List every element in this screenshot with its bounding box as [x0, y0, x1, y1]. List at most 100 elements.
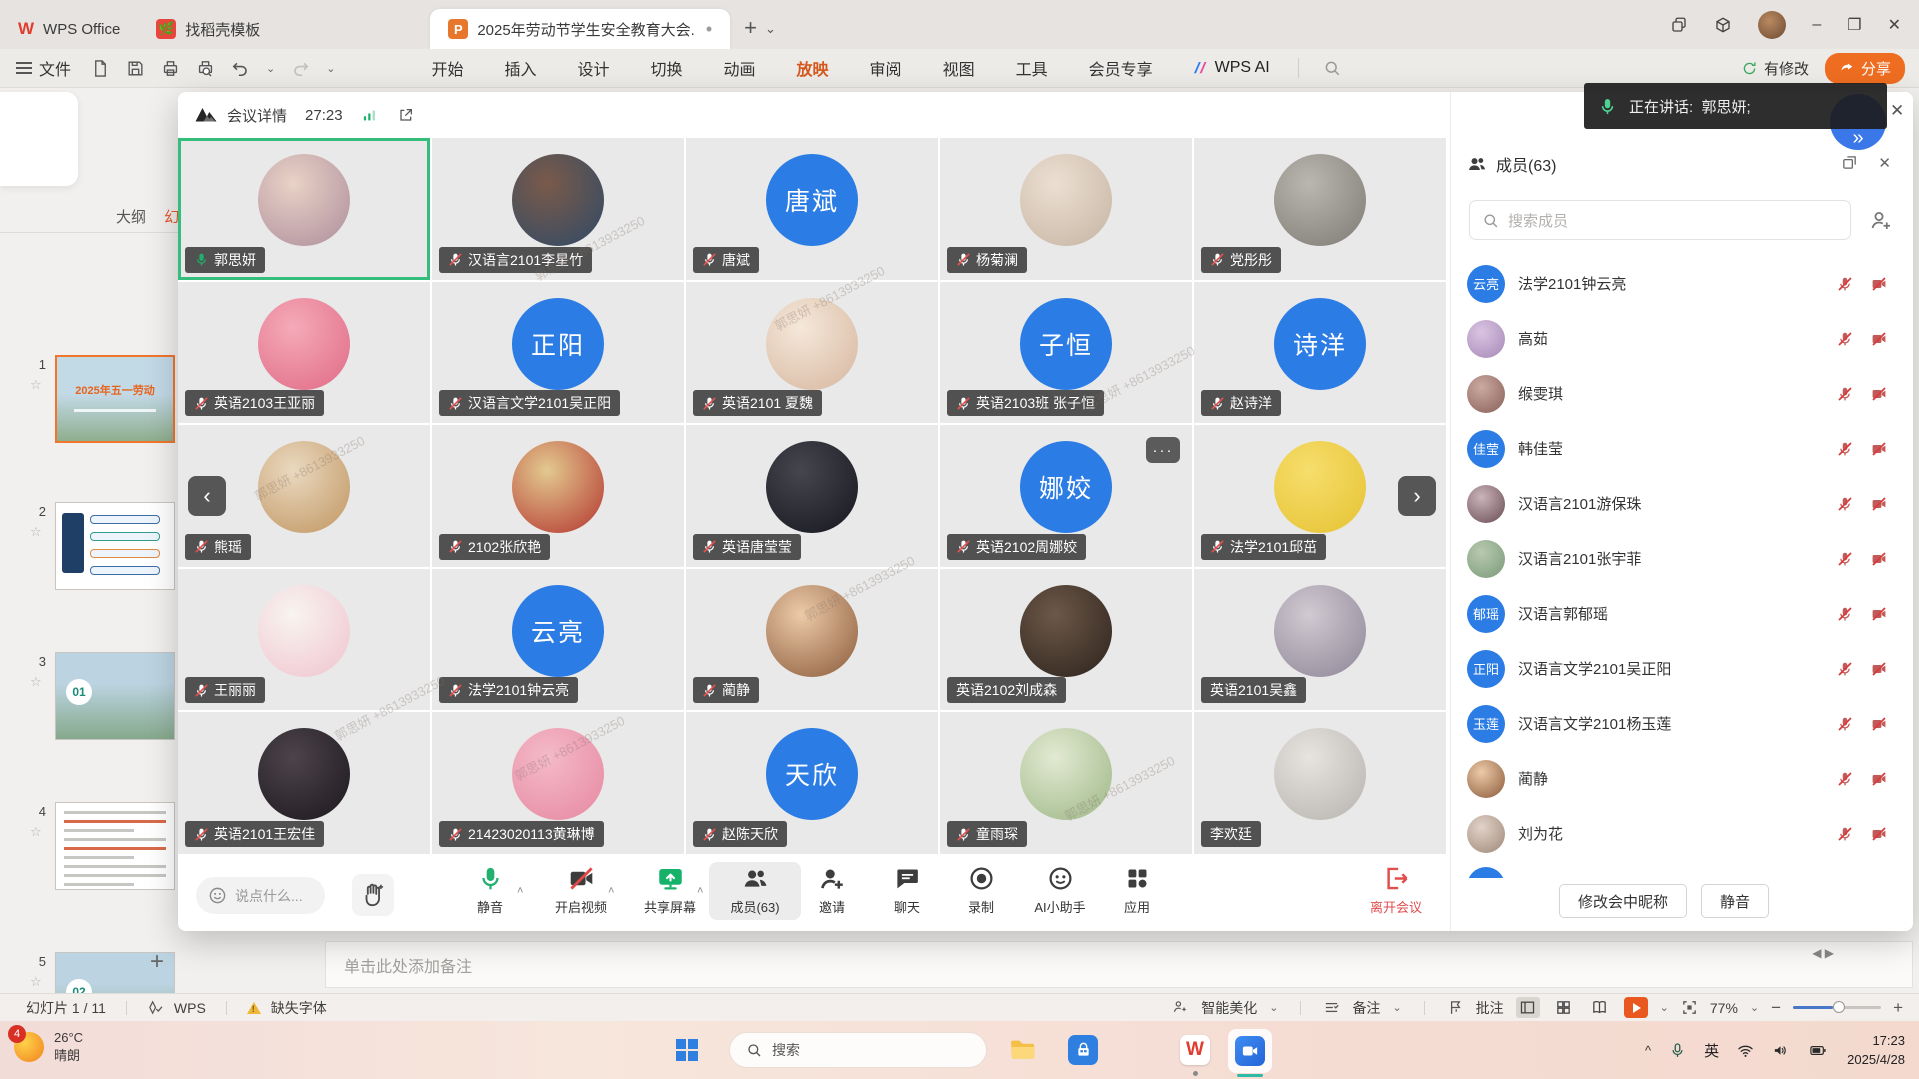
video-tile[interactable]: 杨菊澜	[940, 138, 1192, 280]
member-row[interactable]: 云亮法学2101钟云亮	[1451, 256, 1914, 311]
caret-icon[interactable]: ˄	[517, 885, 523, 897]
tile-more-button[interactable]: ···	[1146, 437, 1180, 463]
language-indicator[interactable]: 英	[1704, 1040, 1719, 1061]
camera-off-icon[interactable]	[1871, 331, 1887, 347]
mic-muted-icon[interactable]	[1837, 661, 1853, 677]
camera-off-icon[interactable]	[1871, 551, 1887, 567]
member-row[interactable]: 佳莹韩佳莹	[1451, 421, 1914, 476]
camera-off-icon[interactable]	[1871, 716, 1887, 732]
wps-ai-button[interactable]: WPS AI	[1191, 59, 1270, 77]
close-button[interactable]: ✕	[1888, 15, 1901, 35]
add-member-icon[interactable]	[1869, 208, 1893, 232]
add-slide-button[interactable]: +	[150, 948, 164, 976]
video-tile[interactable]: 21423020113黄琳博	[432, 712, 684, 854]
taskbar-search[interactable]: 搜索	[729, 1032, 987, 1068]
new-tab-button[interactable]: +	[744, 15, 757, 41]
slide-star-icon[interactable]: ☆	[30, 974, 42, 990]
video-tile[interactable]: 汉语言2101李星竹	[432, 138, 684, 280]
notes-bar[interactable]: 单击此处添加备注 ◀ ▶	[325, 941, 1913, 988]
print-icon[interactable]	[161, 59, 180, 78]
beautify-button[interactable]: 智能美化	[1201, 998, 1257, 1018]
tab-slides[interactable]: 幻灯片	[164, 209, 178, 226]
grid-next-button[interactable]: ›	[1398, 476, 1436, 516]
video-tile[interactable]: 英语2102刘成森	[940, 569, 1192, 711]
tab-docer[interactable]: 🌿 找稻壳模板	[138, 9, 278, 49]
taskbar-meeting-active[interactable]	[1228, 1029, 1272, 1073]
raise-hand-button[interactable]	[352, 874, 394, 916]
video-tile[interactable]: 郭思妍	[178, 138, 430, 280]
note-button[interactable]: 备注	[1352, 998, 1380, 1018]
caret-icon[interactable]: ˄	[697, 885, 703, 897]
zoom-level[interactable]: 77%	[1710, 1000, 1738, 1016]
redo-icon[interactable]	[291, 59, 310, 78]
member-row[interactable]: 汉语言2101张宇菲	[1451, 531, 1914, 586]
toolbar-静音[interactable]: 静音˄	[444, 865, 536, 916]
toast-close-button[interactable]: ✕	[1890, 101, 1904, 121]
ribbon-tab-审阅[interactable]: 审阅	[870, 56, 902, 80]
camera-off-icon[interactable]	[1871, 441, 1887, 457]
caret-icon[interactable]: ⌄	[266, 62, 275, 75]
wps-check-label[interactable]: WPS	[174, 1000, 206, 1016]
slide-star-icon[interactable]: ☆	[30, 524, 42, 540]
mic-muted-icon[interactable]	[1837, 551, 1853, 567]
slide-star-icon[interactable]: ☆	[30, 377, 42, 393]
video-tile[interactable]: 英语2101 夏魏	[686, 282, 938, 424]
spellcheck-icon[interactable]	[147, 999, 164, 1016]
video-tile[interactable]: 2102张欣艳	[432, 425, 684, 567]
toolbar-开启视频[interactable]: 开启视频˄	[535, 865, 627, 916]
popout-panel-icon[interactable]	[1841, 154, 1858, 171]
ribbon-tab-视图[interactable]: 视图	[943, 56, 975, 80]
ribbon-tab-放映[interactable]: 放映	[797, 56, 829, 80]
reading-view-button[interactable]	[1588, 997, 1612, 1018]
weather-widget[interactable]: 4 26°C 晴朗	[14, 1029, 83, 1064]
ribbon-tab-设计[interactable]: 设计	[577, 56, 609, 80]
video-tile[interactable]: 英语唐莹莹	[686, 425, 938, 567]
stack-windows-icon[interactable]	[1670, 16, 1688, 34]
volume-icon[interactable]	[1772, 1042, 1789, 1059]
camera-off-icon[interactable]	[1871, 606, 1887, 622]
mic-muted-icon[interactable]	[1837, 771, 1853, 787]
normal-view-button[interactable]	[1516, 997, 1540, 1018]
caret-icon[interactable]: ⌄	[1750, 1001, 1759, 1014]
mic-muted-icon[interactable]	[1837, 606, 1853, 622]
mute-button[interactable]: 静音	[1701, 884, 1769, 918]
tab-outline[interactable]: 大纲	[116, 209, 146, 226]
new-file-icon[interactable]	[91, 59, 110, 78]
video-tile[interactable]: 童雨琛	[940, 712, 1192, 854]
modified-status[interactable]: 有修改	[1741, 58, 1809, 79]
taskbar-explorer[interactable]	[1008, 1035, 1038, 1065]
video-tile[interactable]: 云亮法学2101钟云亮	[432, 569, 684, 711]
camera-off-icon[interactable]	[1871, 276, 1887, 292]
tray-expand-button[interactable]: ^	[1645, 1043, 1651, 1058]
comment-button[interactable]: 批注	[1476, 998, 1504, 1018]
ribbon-tab-切换[interactable]: 切换	[651, 56, 683, 80]
member-row[interactable]: 玉莲汉语言文学2101杨玉莲	[1451, 696, 1914, 751]
video-tile[interactable]: 英语2101吴鑫	[1194, 569, 1446, 711]
account-avatar[interactable]	[1758, 11, 1786, 39]
camera-off-icon[interactable]	[1871, 826, 1887, 842]
mic-muted-icon[interactable]	[1837, 716, 1853, 732]
ribbon-tab-插入[interactable]: 插入	[504, 56, 536, 80]
member-row[interactable]: 缑雯琪	[1451, 366, 1914, 421]
camera-off-icon[interactable]	[1871, 771, 1887, 787]
start-button[interactable]	[676, 1039, 698, 1061]
tab-wps-office[interactable]: W WPS Office	[0, 9, 138, 49]
caret-icon[interactable]: ⌄	[326, 62, 335, 75]
zoom-slider[interactable]	[1793, 1006, 1881, 1009]
member-row[interactable]: 正阳汉语言文学2101吴正阳	[1451, 641, 1914, 696]
taskbar-edge[interactable]	[1124, 1035, 1154, 1065]
file-menu-button[interactable]: 文件	[16, 56, 71, 80]
camera-off-icon[interactable]	[1871, 386, 1887, 402]
minimize-button[interactable]: –	[1812, 16, 1821, 34]
mic-muted-icon[interactable]	[1837, 496, 1853, 512]
zoom-slider-handle[interactable]	[1833, 1001, 1845, 1013]
rename-button[interactable]: 修改会中昵称	[1559, 884, 1687, 918]
mic-muted-icon[interactable]	[1837, 441, 1853, 457]
member-row[interactable]: 刘为花	[1451, 806, 1914, 861]
video-tile[interactable]: 子恒英语2103班 张子恒	[940, 282, 1192, 424]
missing-font-warning[interactable]: 缺失字体	[271, 998, 327, 1018]
slide-star-icon[interactable]: ☆	[30, 674, 42, 690]
leave-meeting-button[interactable]: 离开会议	[1350, 865, 1442, 916]
tab-list-caret[interactable]: ⌄	[765, 21, 776, 37]
caret-icon[interactable]: ⌄	[1269, 1001, 1278, 1014]
